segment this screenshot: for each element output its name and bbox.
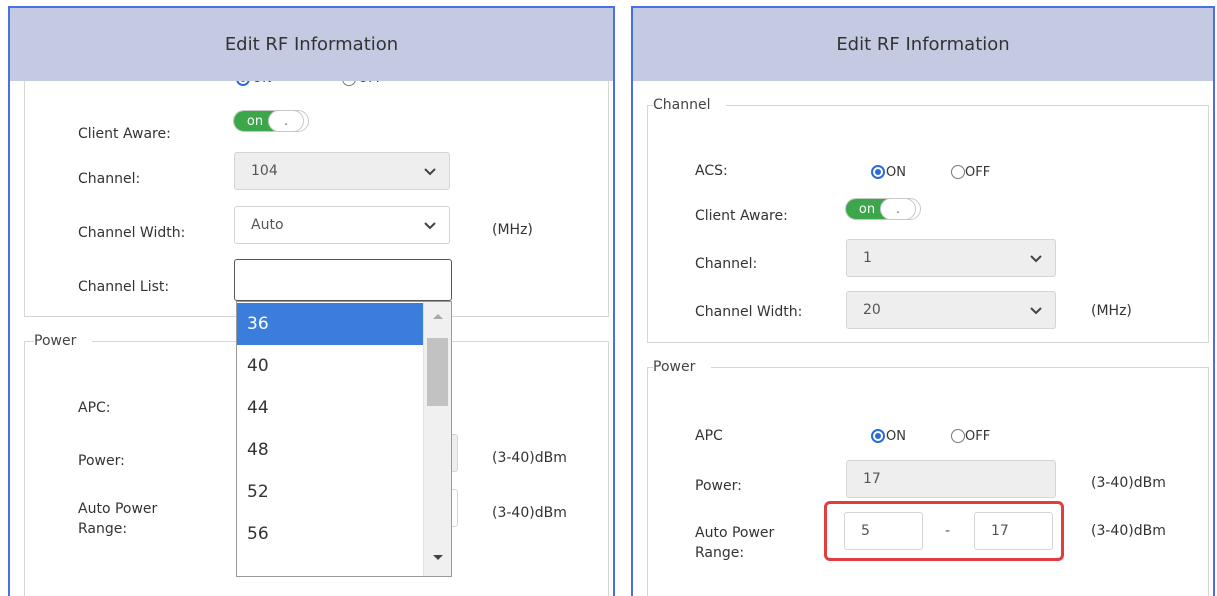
left-channel-width-value: Auto	[251, 217, 284, 233]
left-auto-power-label-2: Range:	[78, 521, 128, 537]
right-power-input[interactable]: 17	[846, 460, 1056, 498]
right-auto-power-label-1: Auto Power	[695, 525, 775, 541]
right-apc-on-label: ON	[886, 429, 906, 444]
dropdown-option[interactable]: 56	[237, 513, 423, 555]
auto-power-range-highlight	[824, 501, 1064, 561]
right-client-aware-label: Client Aware:	[695, 208, 788, 224]
left-toggle-knob: .	[268, 110, 304, 132]
right-power-unit: (3-40)dBm	[1091, 475, 1166, 491]
right-power-label: Power:	[695, 478, 742, 494]
left-auto-power-unit: (3-40)dBm	[492, 505, 567, 521]
dropdown-option[interactable]: 40	[237, 345, 423, 387]
right-channel-select[interactable]: 1	[846, 239, 1056, 277]
left-channel-list-label: Channel List:	[78, 279, 170, 295]
scroll-down-arrow-icon[interactable]	[432, 554, 444, 562]
left-channel-value: 104	[251, 163, 278, 179]
left-channel-width-label: Channel Width:	[78, 225, 186, 241]
right-channel-width-value: 20	[863, 302, 881, 318]
right-power-legend: Power	[653, 359, 712, 375]
right-panel-header: Edit RF Information	[633, 8, 1213, 81]
chevron-down-icon	[1030, 307, 1042, 315]
left-client-aware-toggle[interactable]: on .	[233, 110, 309, 132]
left-channel-width-select[interactable]: Auto	[234, 206, 450, 244]
dropdown-option[interactable]: 48	[237, 429, 423, 471]
left-channel-label: Channel:	[78, 171, 141, 187]
right-apc-on-radio[interactable]	[871, 429, 885, 443]
dropdown-option[interactable]: 44	[237, 387, 423, 429]
left-edit-rf-panel: Edit RF Information ON OFF Edit RF Infor…	[8, 6, 615, 596]
left-power-unit: (3-40)dBm	[492, 450, 567, 466]
right-panel-title: Edit RF Information	[836, 34, 1010, 55]
right-acs-on-label: ON	[886, 165, 906, 180]
left-channel-list-input[interactable]	[234, 259, 452, 301]
dropdown-option[interactable]: 36	[237, 303, 423, 345]
right-acs-off-label: OFF	[965, 165, 991, 180]
left-client-aware-label: Client Aware:	[78, 126, 171, 142]
scrollbar-thumb[interactable]	[427, 338, 448, 406]
right-channel-value: 1	[863, 250, 872, 266]
right-acs-on-radio[interactable]	[871, 165, 885, 179]
left-auto-power-label-1: Auto Power	[78, 501, 158, 517]
right-acs-off-radio[interactable]	[951, 165, 965, 179]
left-panel-title-overlay: Edit RF Information	[224, 34, 399, 55]
right-channel-legend: Channel	[653, 97, 727, 113]
left-channel-width-unit: (MHz)	[492, 222, 533, 238]
right-acs-label: ACS:	[695, 163, 728, 179]
right-power-value: 17	[863, 471, 881, 487]
left-power-label: Power:	[78, 453, 125, 469]
left-power-legend: Power	[34, 333, 93, 349]
chevron-down-icon	[424, 168, 436, 176]
scroll-up-arrow-icon[interactable]	[432, 312, 444, 320]
channel-list-dropdown[interactable]: 36 40 44 48 52 56	[236, 301, 452, 577]
right-channel-width-label: Channel Width:	[695, 304, 803, 320]
right-channel-label: Channel:	[695, 256, 758, 272]
right-edit-rf-panel: Edit RF Information Channel ACS: ON OFF …	[631, 6, 1215, 596]
left-channel-select[interactable]: 104	[234, 152, 450, 190]
right-toggle-knob: .	[880, 198, 916, 220]
dropdown-option[interactable]: 52	[237, 471, 423, 513]
right-channel-width-select[interactable]: 20	[846, 291, 1056, 329]
chevron-down-icon	[424, 222, 436, 230]
right-client-aware-toggle[interactable]: on .	[845, 198, 921, 220]
right-channel-width-unit: (MHz)	[1091, 303, 1132, 319]
right-auto-power-unit: (3-40)dBm	[1091, 523, 1166, 539]
left-panel-header-overlay: Edit RF Information	[10, 8, 613, 81]
right-apc-label: APC	[695, 428, 723, 444]
right-apc-off-label: OFF	[965, 429, 991, 444]
left-apc-label: APC:	[78, 400, 111, 416]
chevron-down-icon	[1030, 255, 1042, 263]
right-apc-off-radio[interactable]	[951, 429, 965, 443]
right-auto-power-label-2: Range:	[695, 545, 745, 561]
dropdown-scrollbar[interactable]	[423, 302, 451, 576]
